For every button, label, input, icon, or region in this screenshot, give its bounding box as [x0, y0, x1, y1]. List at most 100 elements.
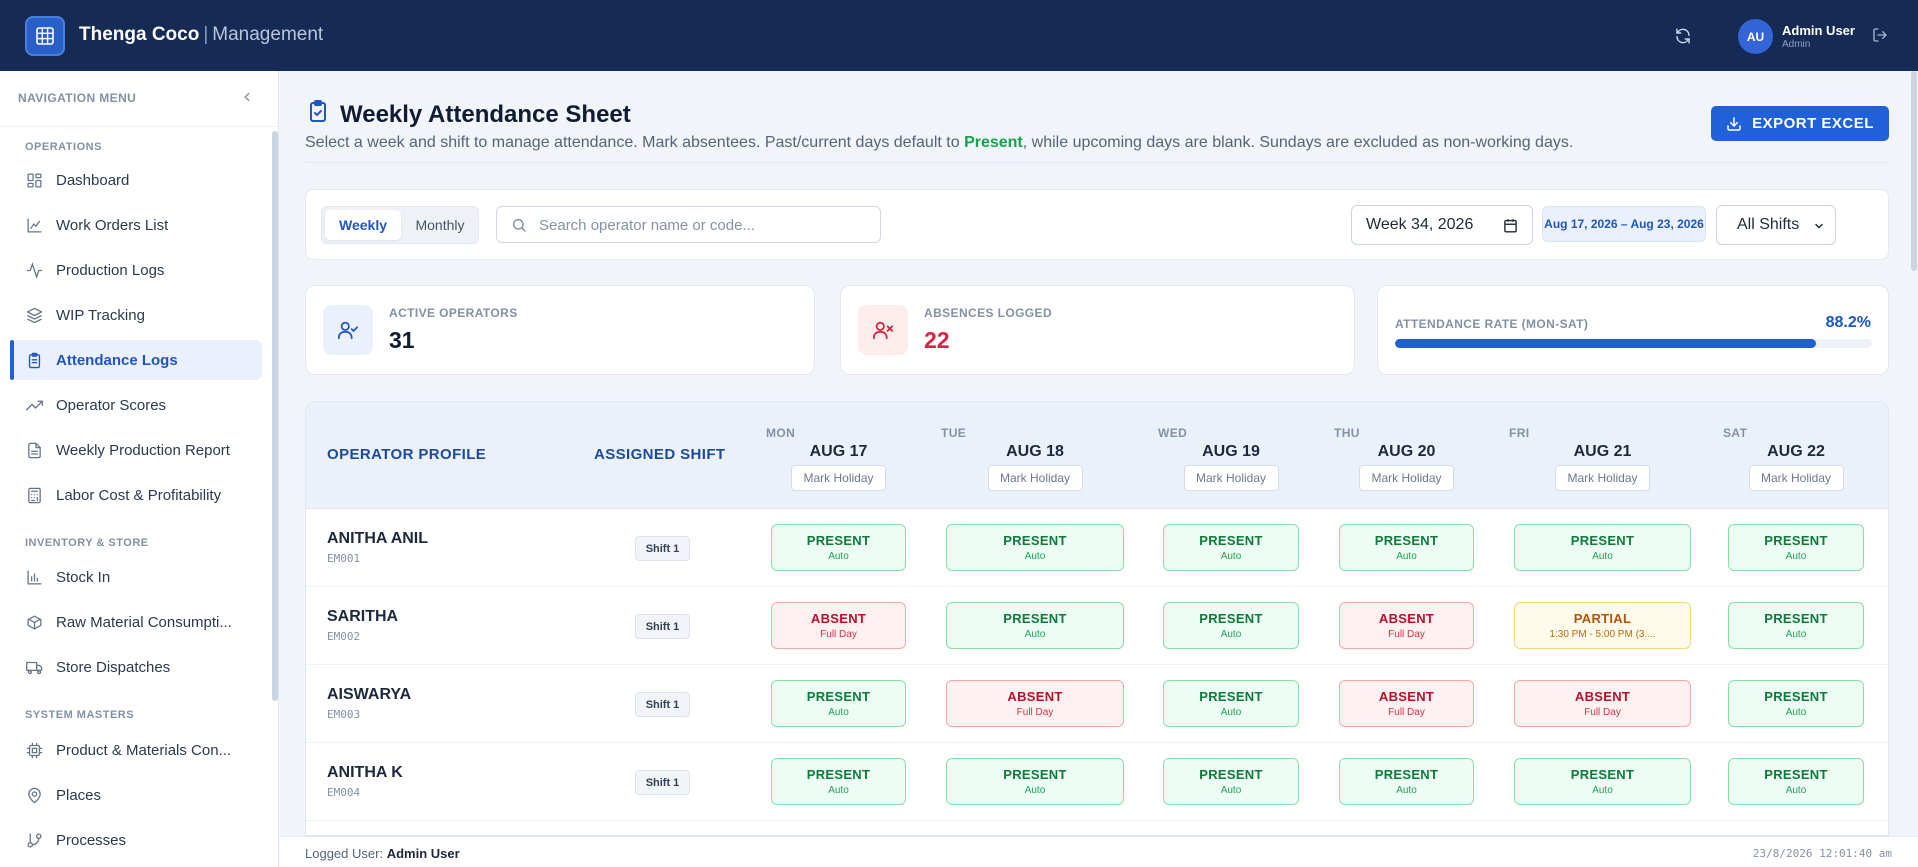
- sidebar-item-label: Weekly Production Report: [56, 441, 230, 459]
- sidebar-item-processes[interactable]: Processes: [10, 820, 262, 860]
- operator-name: ANITHA ANIL: [327, 530, 429, 547]
- logout-button[interactable]: [1872, 27, 1890, 45]
- main-content: Weekly Attendance Sheet Select a week an…: [280, 71, 1918, 867]
- attendance-cell[interactable]: PRESENT Auto: [1163, 680, 1299, 727]
- attendance-cell[interactable]: PRESENT Auto: [1339, 524, 1474, 571]
- refresh-icon: [1676, 28, 1690, 44]
- sidebar-item-product-materials[interactable]: Product & Materials Con...: [10, 730, 262, 770]
- shift-badge: Shift 1: [635, 770, 690, 795]
- sidebar-scrollbar[interactable]: [272, 131, 278, 701]
- attendance-cell[interactable]: PRESENT Auto: [1728, 602, 1864, 649]
- sidebar-item-weekly-production-report[interactable]: Weekly Production Report: [10, 430, 262, 470]
- mark-holiday-button[interactable]: Mark Holiday: [1183, 465, 1279, 491]
- brand-subtitle: Management: [212, 24, 324, 45]
- day-date: AUG 18: [1006, 443, 1064, 460]
- attendance-status: PRESENT: [1003, 611, 1067, 626]
- attendance-rate-card: ATTENDANCE RATE (MON-SAT) 88.2%: [1377, 285, 1889, 375]
- sidebar-item-store-dispatches[interactable]: Store Dispatches: [10, 647, 262, 687]
- attendance-note: Auto: [1592, 551, 1613, 562]
- sidebar-item-stock-in[interactable]: Stock In: [10, 557, 262, 597]
- page-description: Select a week and shift to manage attend…: [305, 134, 1573, 152]
- sidebar-item-operator-scores[interactable]: Operator Scores: [10, 385, 262, 425]
- attendance-cell[interactable]: PRESENT Auto: [1163, 524, 1299, 571]
- mark-holiday-button[interactable]: Mark Holiday: [1748, 465, 1844, 491]
- sidebar-item-wip-tracking[interactable]: WIP Tracking: [10, 295, 262, 335]
- search-input[interactable]: [539, 215, 869, 235]
- attendance-cell[interactable]: ABSENT Full Day: [1339, 680, 1474, 727]
- sidebar-item-places[interactable]: Places: [10, 775, 262, 815]
- calculator-icon: [24, 485, 44, 505]
- attendance-status: PRESENT: [1199, 611, 1263, 626]
- attendance-cell[interactable]: PRESENT Auto: [946, 758, 1124, 805]
- refresh-button[interactable]: [1672, 25, 1694, 47]
- main-scrollbar[interactable]: [1911, 71, 1917, 271]
- attendance-cell[interactable]: PRESENT Auto: [946, 602, 1124, 649]
- mark-holiday-button[interactable]: Mark Holiday: [791, 465, 886, 491]
- user-avatar[interactable]: AU: [1738, 19, 1773, 54]
- attendance-cell[interactable]: ABSENT Full Day: [1339, 602, 1474, 649]
- sidebar-item-label: Raw Material Consumpti...: [56, 613, 232, 631]
- operator-code: EM004: [327, 786, 361, 799]
- attendance-cell[interactable]: PRESENT Auto: [1728, 680, 1864, 727]
- clipboard-icon: [24, 350, 44, 370]
- view-toggle: Weekly Monthly: [321, 206, 479, 244]
- shift-select[interactable]: All Shifts: [1716, 205, 1836, 245]
- attendance-cell[interactable]: PRESENT Auto: [1514, 758, 1691, 805]
- footer-timestamp: 23/8/2026 12:01:40 am: [1752, 847, 1892, 860]
- attendance-cell[interactable]: PRESENT Auto: [1163, 758, 1299, 805]
- view-monthly-tab[interactable]: Monthly: [403, 210, 477, 240]
- attendance-cell[interactable]: PRESENT Auto: [946, 524, 1124, 571]
- operator-name: AISWARYA: [327, 686, 412, 703]
- attendance-note: Auto: [1396, 785, 1417, 796]
- attendance-note: Auto: [1785, 707, 1807, 718]
- export-excel-button[interactable]: EXPORT EXCEL: [1711, 106, 1889, 141]
- sidebar-item-attendance-logs[interactable]: Attendance Logs: [10, 340, 262, 380]
- sidebar-item-labor-cost[interactable]: Labor Cost & Profitability: [10, 475, 262, 515]
- attendance-cell[interactable]: PRESENT Auto: [771, 680, 906, 727]
- attendance-cell[interactable]: ABSENT Full Day: [946, 680, 1124, 727]
- active-operators-card: ACTIVE OPERATORS 31: [305, 285, 815, 375]
- attendance-cell[interactable]: PRESENT Auto: [1514, 524, 1691, 571]
- attendance-status: PRESENT: [1003, 767, 1067, 782]
- attendance-cell[interactable]: PARTIAL 1:30 PM - 5:00 PM (3....: [1514, 602, 1691, 649]
- attendance-cell[interactable]: ABSENT Full Day: [1514, 680, 1691, 727]
- sidebar-item-work-orders[interactable]: Work Orders List: [10, 205, 262, 245]
- user-role: Admin: [1782, 39, 1811, 50]
- page-title: Weekly Attendance Sheet: [340, 101, 631, 128]
- mark-holiday-button[interactable]: Mark Holiday: [1359, 465, 1454, 491]
- attendance-note: Auto: [1592, 785, 1613, 796]
- week-picker[interactable]: Week 34, 2026: [1351, 205, 1533, 245]
- collapse-sidebar-button[interactable]: [240, 90, 256, 106]
- sidebar-item-production-logs[interactable]: Production Logs: [10, 250, 262, 290]
- mark-holiday-button[interactable]: Mark Holiday: [987, 465, 1083, 491]
- col-assigned-shift: ASSIGNED SHIFT: [594, 446, 726, 463]
- attendance-status: PRESENT: [1374, 533, 1439, 548]
- table-row: AISWARYA EM003 Shift 1 PRESENT Auto ABSENT Ful…: [306, 665, 1888, 743]
- attendance-cell[interactable]: PRESENT Auto: [771, 758, 906, 805]
- attendance-status: PARTIAL: [1573, 611, 1632, 626]
- attendance-cell[interactable]: PRESENT Auto: [1728, 758, 1864, 805]
- view-weekly-tab[interactable]: Weekly: [325, 210, 401, 240]
- attendance-note: Full Day: [1388, 629, 1425, 640]
- trending-up-icon: [24, 395, 44, 415]
- attendance-cell[interactable]: PRESENT Auto: [1339, 758, 1474, 805]
- user-name: Admin User: [1782, 23, 1855, 38]
- attendance-status: PRESENT: [1570, 533, 1635, 548]
- attendance-status: PRESENT: [1199, 767, 1263, 782]
- git-branch-icon: [24, 830, 44, 850]
- attendance-rate-bar: [1395, 339, 1872, 348]
- sidebar-item-raw-material[interactable]: Raw Material Consumpti...: [10, 602, 262, 642]
- attendance-status: PRESENT: [1199, 689, 1263, 704]
- attendance-cell[interactable]: PRESENT Auto: [1728, 524, 1864, 571]
- day-name: SAT: [1723, 426, 1748, 440]
- attendance-cell[interactable]: ABSENT Full Day: [771, 602, 906, 649]
- mark-holiday-button[interactable]: Mark Holiday: [1555, 465, 1650, 491]
- day-name: FRI: [1509, 426, 1530, 440]
- sidebar-item-dashboard[interactable]: Dashboard: [10, 160, 262, 200]
- file-text-icon: [24, 440, 44, 460]
- attendance-cell[interactable]: PRESENT Auto: [1163, 602, 1299, 649]
- attendance-rate-value: 88.2%: [1825, 314, 1871, 331]
- app-logo[interactable]: [25, 16, 65, 56]
- attendance-cell[interactable]: PRESENT Auto: [771, 524, 906, 571]
- attendance-status: PRESENT: [1003, 533, 1067, 548]
